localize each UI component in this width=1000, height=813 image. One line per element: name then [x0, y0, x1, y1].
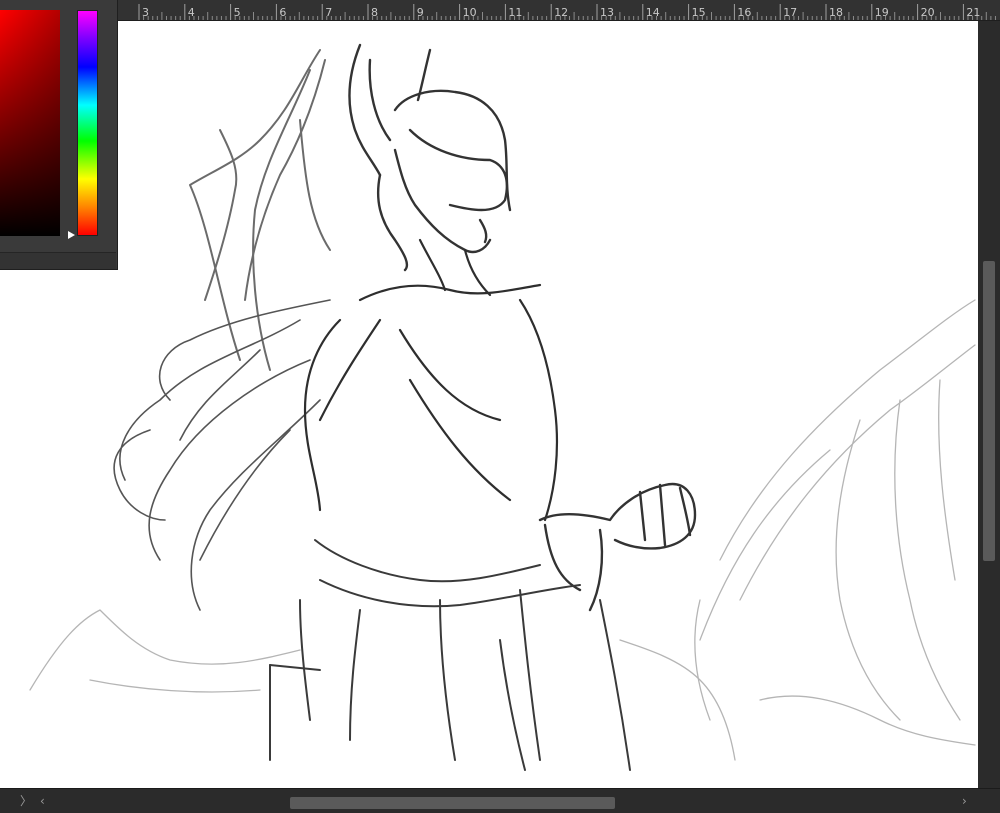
hue-slider-handle[interactable]	[68, 231, 75, 239]
ruler-tick-label: 14	[646, 6, 660, 19]
ruler-tick-label: 8	[371, 6, 378, 19]
horizontal-scroll-thumb[interactable]	[290, 797, 615, 809]
ruler-tick-label: 4	[188, 6, 195, 19]
vertical-scroll-thumb[interactable]	[983, 261, 995, 561]
scroll-left-arrow[interactable]: ‹	[40, 794, 45, 808]
ruler-tick-label: 13	[600, 6, 614, 19]
ruler-tick-label: 16	[737, 6, 751, 19]
horizontal-scrollbar[interactable]: 〉 ‹ ›	[0, 788, 1000, 813]
ruler-ticks: 3 4 5 6 7 8 9 10 11 12 13 14 15 16 17 18 19 20 21	[138, 4, 996, 20]
ruler-tick-label: 19	[875, 6, 889, 19]
drawing-canvas[interactable]	[0, 21, 978, 788]
vertical-scrollbar[interactable]	[978, 21, 1000, 788]
ruler-tick-label: 7	[325, 6, 332, 19]
color-picker-panel	[0, 0, 118, 270]
ruler-tick-label: 21	[966, 6, 980, 19]
scroll-right-arrow[interactable]: ›	[962, 794, 967, 808]
ruler-tick-label: 6	[279, 6, 286, 19]
ruler-tick-label: 3	[142, 6, 149, 19]
ruler-tick-label: 15	[692, 6, 706, 19]
color-panel-footer	[0, 252, 116, 269]
ruler-tick-label: 11	[508, 6, 522, 19]
ruler-tick-label: 12	[554, 6, 568, 19]
ruler-tick-label: 9	[417, 6, 424, 19]
ruler-tick-label: 18	[829, 6, 843, 19]
ruler-tick-label: 10	[463, 6, 477, 19]
horizontal-ruler: 3 4 5 6 7 8 9 10 11 12 13 14 15 16 17 18 19 20 21	[0, 0, 1000, 21]
ruler-tick-label: 5	[234, 6, 241, 19]
sketch-artwork	[29, 43, 976, 771]
ruler-tick-label: 20	[921, 6, 935, 19]
saturation-value-field[interactable]	[0, 10, 60, 236]
ruler-tick-label: 17	[783, 6, 797, 19]
hue-slider[interactable]	[77, 10, 98, 236]
panel-collapse-toggle[interactable]: 〉	[20, 794, 32, 808]
